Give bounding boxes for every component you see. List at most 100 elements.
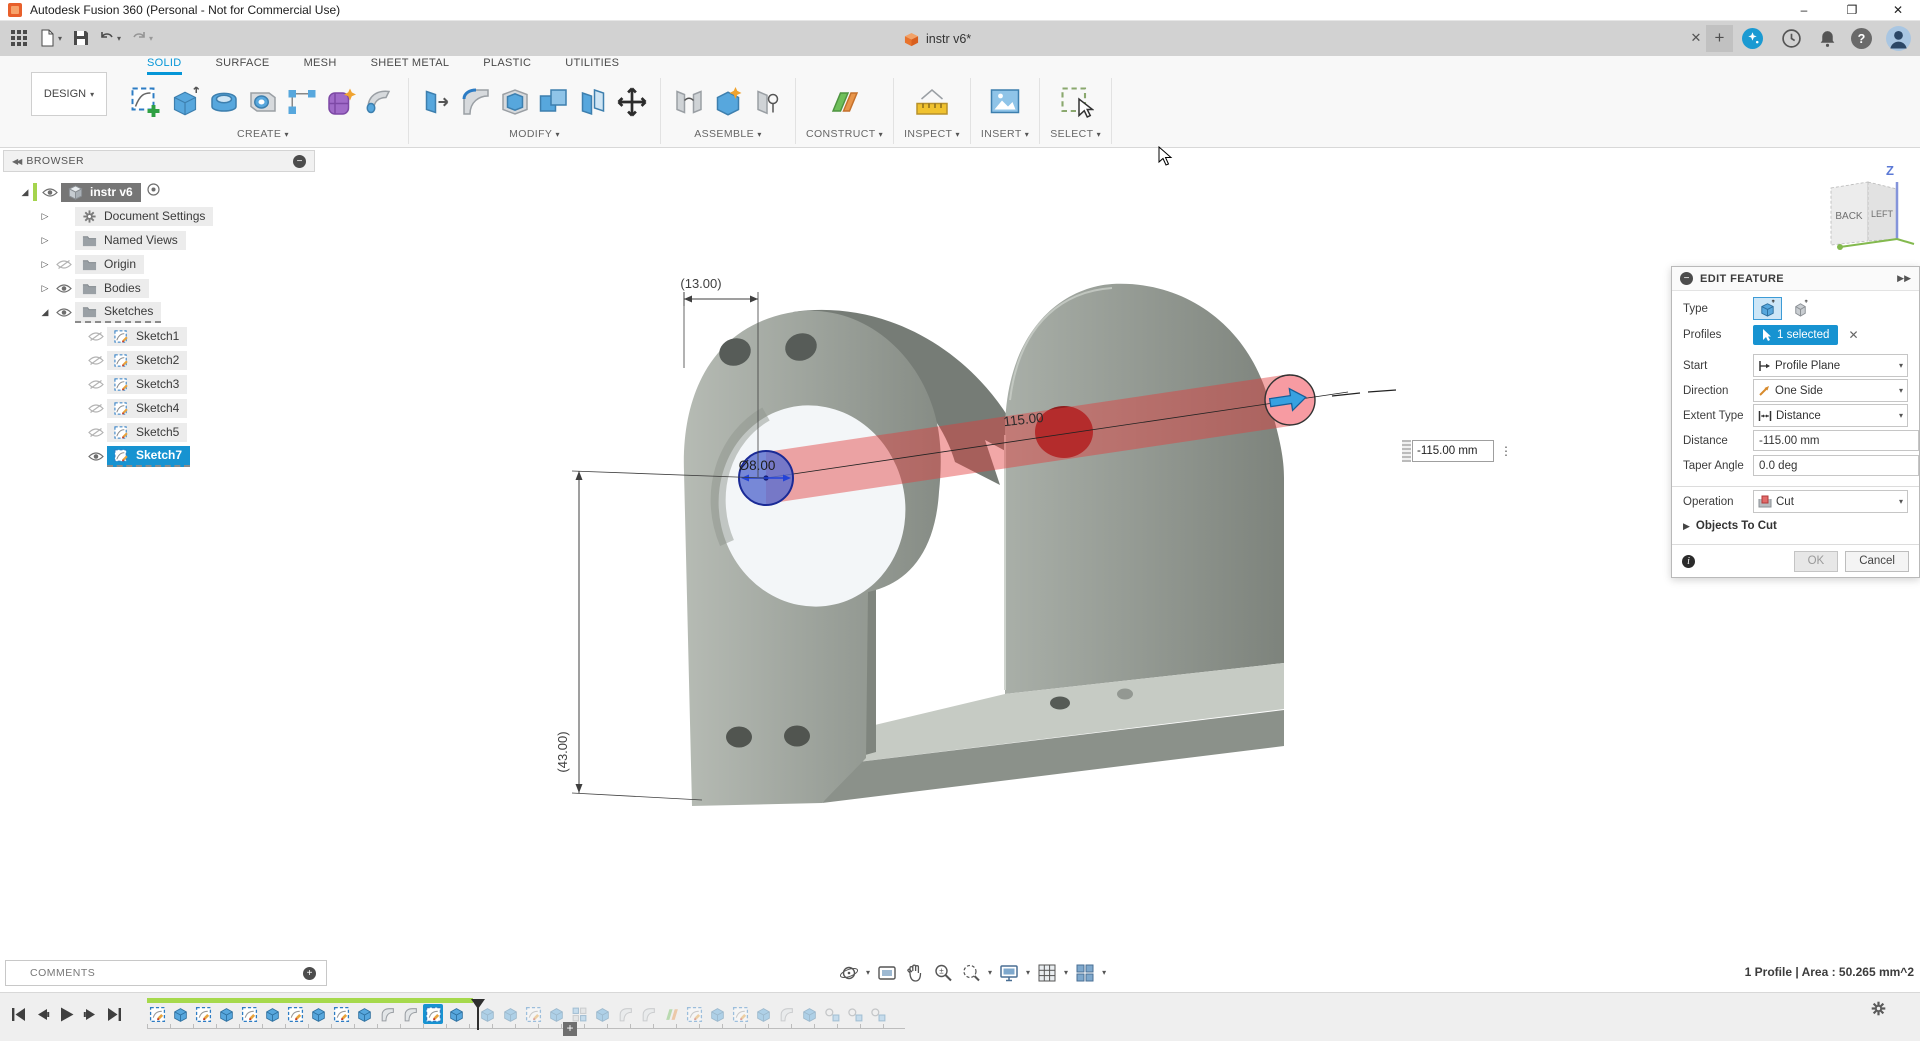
step-forward-button[interactable] bbox=[82, 1006, 99, 1023]
group-label-select[interactable]: SELECT ▾ bbox=[1050, 128, 1101, 140]
create-sketch-icon[interactable] bbox=[128, 84, 164, 120]
timeline-feature-fillet[interactable] bbox=[776, 1004, 796, 1024]
file-menu-icon[interactable] bbox=[38, 29, 56, 47]
expand-open-icon[interactable]: ◢ bbox=[17, 187, 33, 198]
visibility-off-icon[interactable] bbox=[85, 403, 107, 414]
timeline-feature-extrude[interactable] bbox=[546, 1004, 566, 1024]
expand-closed-icon[interactable]: ▷ bbox=[37, 235, 53, 246]
new-component-icon[interactable] bbox=[710, 84, 746, 120]
timeline-feature-sketch[interactable] bbox=[239, 1004, 259, 1024]
offset-face-icon[interactable] bbox=[575, 84, 611, 120]
look-at-icon[interactable] bbox=[876, 962, 898, 984]
group-label-modify[interactable]: MODIFY ▾ bbox=[509, 128, 560, 140]
timeline-feature-sketch[interactable] bbox=[147, 1004, 167, 1024]
dialog-header[interactable]: − EDIT FEATURE ▶▶ bbox=[1672, 267, 1919, 291]
group-label-create[interactable]: CREATE ▾ bbox=[237, 128, 289, 140]
timeline-feature-sketch[interactable] bbox=[331, 1004, 351, 1024]
joint-icon[interactable] bbox=[671, 84, 707, 120]
browser-minimize-icon[interactable]: − bbox=[293, 154, 306, 168]
zoom-window-icon[interactable] bbox=[960, 962, 982, 984]
distance-input[interactable] bbox=[1753, 430, 1919, 451]
visibility-on-icon[interactable] bbox=[85, 451, 107, 462]
browser-item-sketch1[interactable]: Sketch1 bbox=[3, 324, 315, 348]
timeline-feature-sketch[interactable] bbox=[423, 1004, 443, 1024]
dimension-diameter-label[interactable]: Ø8.00 bbox=[739, 458, 776, 473]
workspace-selector[interactable]: DESIGN ▾ bbox=[31, 72, 107, 116]
select-window-icon[interactable] bbox=[1058, 84, 1094, 120]
viewcube-face-back[interactable]: BACK bbox=[1835, 211, 1863, 222]
timeline-feature-extrude[interactable] bbox=[170, 1004, 190, 1024]
combine-icon[interactable] bbox=[536, 84, 572, 120]
step-back-button[interactable] bbox=[34, 1006, 51, 1023]
extrude-icon[interactable] bbox=[167, 84, 203, 120]
visibility-on-icon[interactable] bbox=[53, 283, 75, 294]
construction-plane-icon[interactable] bbox=[827, 84, 863, 120]
visibility-on-icon[interactable] bbox=[39, 187, 61, 198]
pattern-icon[interactable] bbox=[284, 84, 320, 120]
viewports-caret[interactable]: ▾ bbox=[1102, 968, 1106, 977]
tab-close-icon[interactable]: ✕ bbox=[1688, 30, 1704, 46]
timeline-settings-gear-icon[interactable] bbox=[1870, 1000, 1887, 1017]
drag-handle[interactable] bbox=[1402, 440, 1411, 462]
direction-dropdown[interactable]: One Side ▾ bbox=[1753, 379, 1908, 402]
visibility-off-icon[interactable] bbox=[85, 355, 107, 366]
operation-dropdown[interactable]: Cut ▾ bbox=[1753, 490, 1908, 513]
timeline-feature-joint[interactable] bbox=[845, 1004, 865, 1024]
browser-item-sketch3[interactable]: Sketch3 bbox=[3, 372, 315, 396]
extensions-icon[interactable] bbox=[1742, 28, 1763, 49]
timeline-feature-joint[interactable] bbox=[868, 1004, 888, 1024]
browser-item-document-settings[interactable]: ▷ Document Settings bbox=[3, 204, 315, 228]
dialog-collapse-icon[interactable]: − bbox=[1680, 272, 1693, 285]
joint-origin-icon[interactable] bbox=[749, 84, 785, 120]
timeline-feature-extrude[interactable] bbox=[500, 1004, 520, 1024]
timeline-feature-fillet[interactable] bbox=[615, 1004, 635, 1024]
app-grid-icon[interactable] bbox=[10, 29, 28, 47]
zoom-window-caret[interactable]: ▾ bbox=[988, 968, 992, 977]
document-activate-radio[interactable] bbox=[147, 183, 160, 201]
viewcube-face-left[interactable]: LEFT bbox=[1871, 209, 1894, 219]
timeline-feature-sketch[interactable] bbox=[285, 1004, 305, 1024]
profiles-clear-icon[interactable]: ✕ bbox=[1848, 328, 1858, 342]
timeline-feature-fillet[interactable] bbox=[377, 1004, 397, 1024]
pan-icon[interactable] bbox=[904, 962, 926, 984]
browser-item-bodies[interactable]: ▷ Bodies bbox=[3, 276, 315, 300]
minimize-button[interactable]: – bbox=[1790, 2, 1818, 19]
restore-button[interactable]: ❐ bbox=[1838, 2, 1866, 19]
ok-button[interactable]: OK bbox=[1793, 550, 1839, 572]
visibility-off-icon[interactable] bbox=[53, 259, 75, 270]
redo-icon[interactable] bbox=[130, 29, 148, 47]
job-status-icon[interactable] bbox=[1781, 28, 1802, 49]
timeline-feature-fillet[interactable] bbox=[400, 1004, 420, 1024]
orbit-icon[interactable] bbox=[838, 962, 860, 984]
ribbon-tab-surface[interactable]: SURFACE bbox=[216, 57, 270, 75]
visibility-off-icon[interactable] bbox=[85, 379, 107, 390]
timeline-feature-extrude[interactable] bbox=[446, 1004, 466, 1024]
cancel-button[interactable]: Cancel bbox=[1845, 550, 1909, 572]
profile-avatar[interactable] bbox=[1886, 26, 1911, 51]
browser-item-origin[interactable]: ▷ Origin bbox=[3, 252, 315, 276]
kebab-menu-icon[interactable]: ⋮ bbox=[1500, 445, 1512, 457]
taper-angle-input[interactable] bbox=[1753, 455, 1919, 476]
help-icon[interactable]: ? bbox=[1851, 28, 1872, 49]
view-cube[interactable]: BACK LEFT Z bbox=[1830, 163, 1915, 250]
revolve-icon[interactable] bbox=[206, 84, 242, 120]
expand-open-icon[interactable]: ◢ bbox=[37, 307, 53, 318]
timeline-feature-extrude[interactable] bbox=[262, 1004, 282, 1024]
group-label-inspect[interactable]: INSPECT ▾ bbox=[904, 128, 960, 140]
timeline-feature-sketch[interactable] bbox=[730, 1004, 750, 1024]
browser-item-sketch7[interactable]: Sketch7 bbox=[3, 444, 315, 468]
collapse-panel-icon[interactable]: ◀◀ bbox=[12, 157, 22, 166]
fillet-icon[interactable] bbox=[458, 84, 494, 120]
save-icon[interactable] bbox=[72, 29, 90, 47]
sweep-icon[interactable] bbox=[362, 84, 398, 120]
visibility-off-icon[interactable] bbox=[85, 331, 107, 342]
expand-closed-icon[interactable]: ▷ bbox=[37, 259, 53, 270]
browser-item-sketch5[interactable]: Sketch5 bbox=[3, 420, 315, 444]
notifications-bell-icon[interactable] bbox=[1817, 28, 1838, 49]
display-settings-caret[interactable]: ▾ bbox=[1026, 968, 1030, 977]
expand-closed-icon[interactable]: ▷ bbox=[37, 211, 53, 222]
start-dropdown[interactable]: Profile Plane ▾ bbox=[1753, 354, 1908, 377]
expand-closed-icon[interactable]: ▷ bbox=[37, 283, 53, 294]
redo-caret[interactable]: ▾ bbox=[149, 34, 153, 43]
browser-header[interactable]: ◀◀ BROWSER − bbox=[3, 150, 315, 172]
